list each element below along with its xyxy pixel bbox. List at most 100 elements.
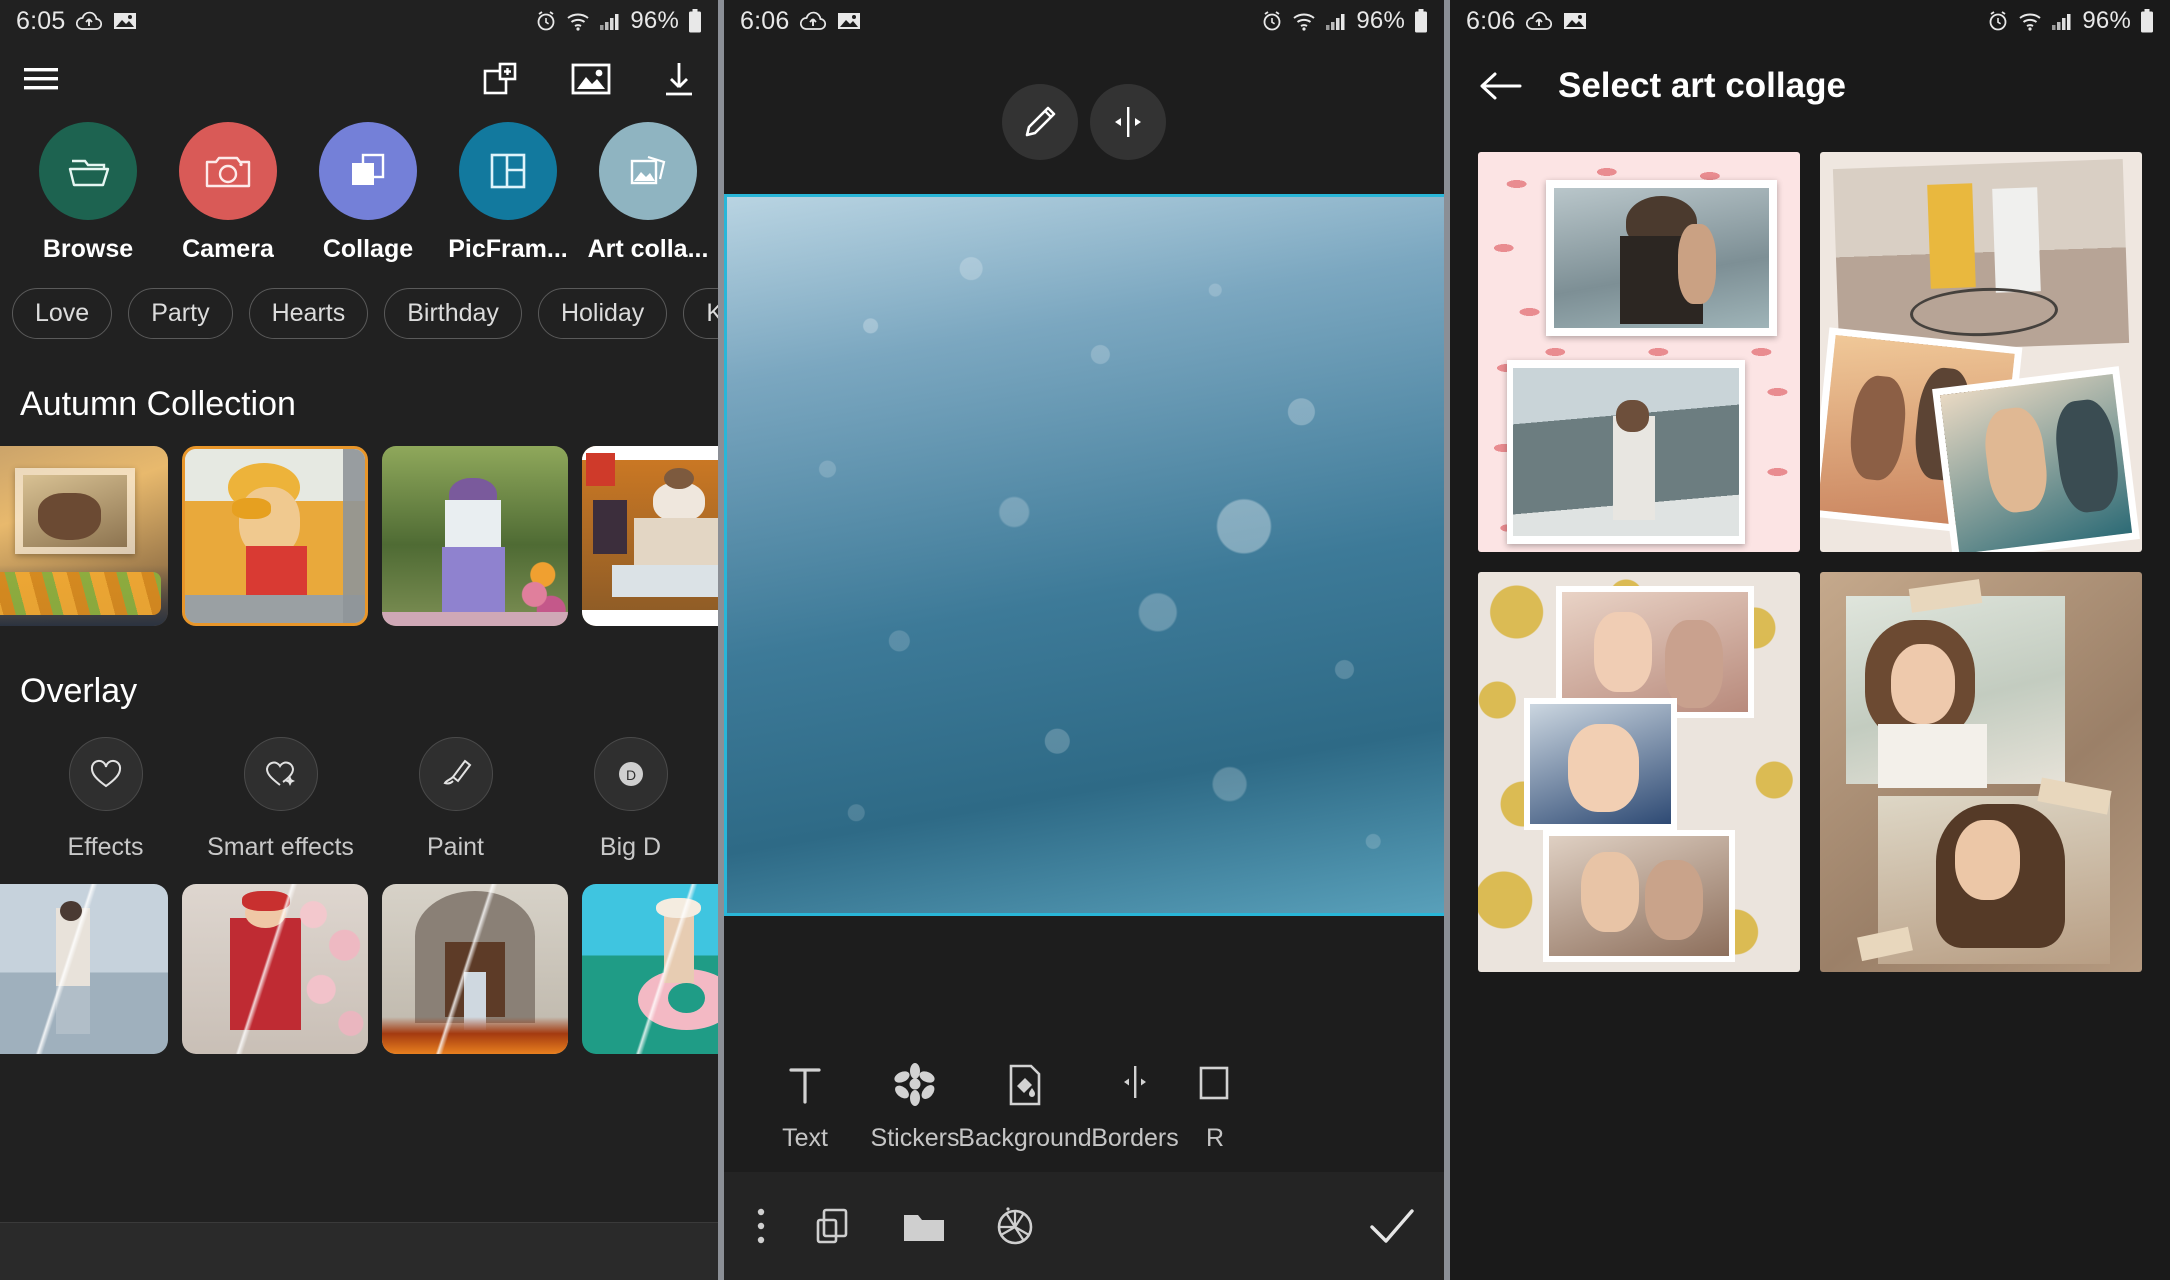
autumn-thumbnail-row[interactable]: [0, 424, 718, 626]
aperture-icon[interactable]: [992, 1203, 1038, 1249]
art-collage-grid: [1450, 130, 2170, 972]
bicycle-friends-tilted-photo-collage[interactable]: [1820, 152, 2142, 552]
borders-button[interactable]: [1090, 84, 1166, 160]
autumn-frame-reading-girl[interactable]: [582, 446, 718, 626]
art-collage-icon: [624, 149, 672, 193]
signal-icon: [599, 11, 621, 31]
overlay-tool-label: Paint: [427, 833, 484, 861]
overlay-thumbnail-row[interactable]: [0, 862, 718, 1054]
borders-icon: [1107, 103, 1149, 141]
chip-love[interactable]: Love: [12, 288, 113, 339]
big-d-circle: D: [593, 737, 668, 811]
chip-party[interactable]: Party: [128, 288, 233, 339]
quick-action-art-collage[interactable]: Art colla...: [578, 122, 718, 264]
panel-editor: 6:06 96% Text Stickers Background Border…: [724, 0, 1444, 1280]
overlay-tool-big-d[interactable]: D Big D: [543, 737, 718, 862]
tool-borders[interactable]: Borders: [1080, 1062, 1190, 1153]
status-bar: 6:06 96%: [724, 0, 1444, 42]
tool-stickers[interactable]: Stickers: [860, 1062, 970, 1153]
download-icon[interactable]: [662, 60, 696, 98]
editor-floating-buttons: [1002, 84, 1166, 160]
overflow-menu-icon[interactable]: [754, 1204, 768, 1248]
back-arrow-icon[interactable]: [1476, 67, 1524, 105]
quick-action-camera[interactable]: Camera: [158, 122, 298, 264]
panel-home: 6:05 96% Browse Camera Collage PicFram..…: [0, 0, 718, 1280]
edit-button[interactable]: [1002, 84, 1078, 160]
chip-holiday[interactable]: Holiday: [537, 288, 668, 339]
tool-label: Borders: [1091, 1123, 1179, 1152]
wifi-icon: [566, 11, 590, 31]
tool-label: Background: [958, 1123, 1092, 1152]
autumn-frame-park-woman[interactable]: [382, 446, 568, 626]
tool-text[interactable]: Text: [750, 1062, 860, 1153]
quick-action-label: Browse: [42, 235, 134, 263]
quick-action-label: PicFram...: [448, 235, 568, 263]
three-panel-screenshot: 6:05 96% Browse Camera Collage PicFram..…: [0, 0, 2170, 1280]
overlay-tool-paint[interactable]: Paint: [368, 737, 543, 862]
autumn-frame-leaf-girl[interactable]: [182, 446, 368, 626]
new-project-icon[interactable]: [480, 59, 520, 99]
tool-background[interactable]: Background: [958, 1062, 1092, 1153]
tool-ratio[interactable]: R: [1190, 1062, 1240, 1153]
quick-action-collage[interactable]: Collage: [298, 122, 438, 264]
status-time: 6:05: [16, 6, 66, 35]
big-d-icon: D: [616, 759, 646, 789]
folder-icon[interactable]: [900, 1205, 948, 1247]
sticker-icon: [891, 1062, 939, 1108]
pencil-icon: [1021, 103, 1059, 141]
folder-icon: [64, 149, 112, 193]
quick-action-picframe[interactable]: PicFram...: [438, 122, 578, 264]
status-bar-right: 96%: [1987, 7, 2154, 35]
status-bar-left: 6:06: [740, 7, 861, 36]
tool-label: R: [1205, 1123, 1225, 1152]
svg-text:D: D: [625, 767, 635, 783]
chip-birthday[interactable]: Birthday: [384, 288, 522, 339]
overlay-red-sweater-blossom[interactable]: [182, 884, 368, 1054]
status-time: 6:06: [1466, 6, 1516, 35]
home-toolbar: [0, 42, 718, 116]
quick-actions-row: Browse Camera Collage PicFram... Art col…: [0, 116, 718, 264]
chip-hearts[interactable]: Hearts: [248, 288, 369, 339]
home-bottom-bar: [0, 1222, 718, 1280]
paintbrush-icon: [439, 757, 473, 791]
overlay-tool-label: Effects: [67, 833, 144, 861]
picframe-circle: [459, 122, 557, 220]
image-icon: [837, 11, 861, 31]
art-collage-appbar: Select art collage: [1450, 42, 2170, 130]
editor-canvas-wrap: [724, 194, 1444, 916]
layers-icon[interactable]: [812, 1204, 856, 1248]
text-icon: [783, 1062, 827, 1108]
status-bar-right: 96%: [535, 7, 702, 35]
overlay-tool-effects[interactable]: Effects: [18, 737, 193, 862]
image-icon[interactable]: [570, 61, 612, 97]
beige-tape-portrait-collage[interactable]: [1820, 572, 2142, 972]
autumn-frame-child[interactable]: [0, 446, 168, 626]
status-time: 6:06: [740, 6, 790, 35]
alarm-icon: [1261, 10, 1283, 32]
collage-icon: [345, 149, 391, 193]
status-bar: 6:05 96%: [0, 0, 718, 42]
battery-percent: 96%: [2082, 7, 2131, 34]
gold-glitter-family-collage[interactable]: [1478, 572, 1800, 972]
quick-action-label: Art colla...: [587, 235, 709, 263]
section-title-overlay: Overlay: [20, 672, 138, 710]
editor-action-bar: [724, 1172, 1444, 1280]
overlay-tool-label: Smart effects: [207, 833, 354, 861]
quick-action-browse[interactable]: Browse: [18, 122, 158, 264]
overlay-beach-walk[interactable]: [0, 884, 168, 1054]
overlay-arch-fire[interactable]: [382, 884, 568, 1054]
menu-icon[interactable]: [22, 63, 64, 95]
overlay-tool-smart-effects[interactable]: Smart effects: [193, 737, 368, 862]
cloud-upload-icon: [1526, 11, 1553, 31]
chip-kids[interactable]: Kids: [683, 288, 718, 339]
pink-feathers-two-photo-collage[interactable]: [1478, 152, 1800, 552]
signal-icon: [2051, 11, 2073, 31]
tool-label: Text: [782, 1123, 828, 1152]
page-title: Select art collage: [1558, 66, 1846, 105]
confirm-button[interactable]: [1366, 1203, 1418, 1249]
water-droplets-photo[interactable]: [724, 194, 1444, 916]
overlay-donut-float[interactable]: [582, 884, 718, 1054]
image-icon: [113, 11, 137, 31]
status-bar: 6:06 96%: [1450, 0, 2170, 42]
wifi-icon: [2018, 11, 2042, 31]
